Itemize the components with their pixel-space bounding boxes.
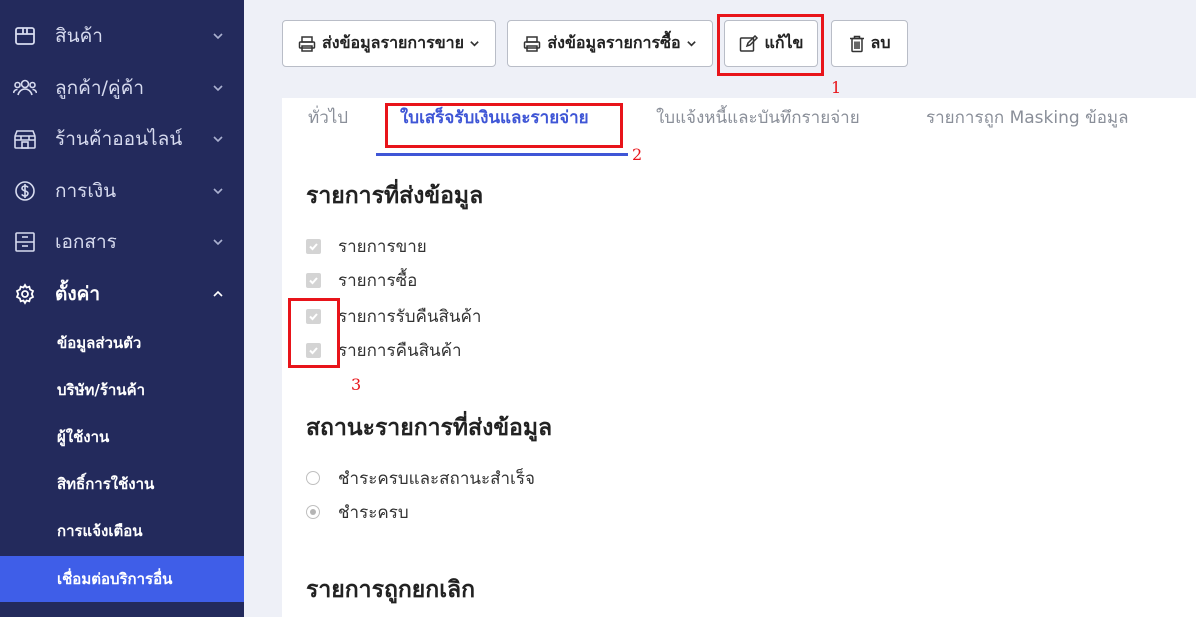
send-item-label: รายการรับคืนสินค้า xyxy=(338,306,482,327)
send-sales-label: ส่งข้อมูลรายการขาย xyxy=(322,33,464,52)
sidebar-item-label: ตั้งค่า xyxy=(55,283,100,305)
cancelled-title: รายการถูกยกเลิก xyxy=(306,577,476,603)
delete-label: ลบ xyxy=(870,33,891,52)
check-icon xyxy=(309,312,318,320)
dollar-icon xyxy=(13,179,37,203)
annotation-number: 1 xyxy=(831,78,842,97)
chevron-down-icon xyxy=(470,41,479,47)
sidebar-subitem-users[interactable]: ผู้ใช้งาน xyxy=(0,414,244,460)
send-purchase-button[interactable]: ส่งข้อมูลรายการซื้อ xyxy=(507,20,713,67)
sidebar-subitem-label: เชื่อมต่อบริการอื่น xyxy=(57,570,173,588)
send-item-label: รายการคืนสินค้า xyxy=(338,340,462,361)
tab-invoices-expenses[interactable]: ใบแจ้งหนี้และบันทึกรายจ่าย xyxy=(656,104,860,131)
sidebar-item-customers[interactable]: ลูกค้า/คู่ค้า xyxy=(0,62,244,114)
checkbox-checked[interactable] xyxy=(306,238,321,254)
store-icon xyxy=(13,127,37,151)
sidebar-item-label: สินค้า xyxy=(55,25,103,47)
chevron-down-icon xyxy=(213,239,223,246)
checkbox-checked[interactable] xyxy=(306,308,321,324)
sidebar-item-settings[interactable]: ตั้งค่า xyxy=(0,268,244,320)
sidebar-subitem-label: ข้อมูลส่วนตัว xyxy=(57,334,142,352)
send-item-label: รายการขาย xyxy=(338,236,427,257)
printer-icon xyxy=(524,35,541,52)
sidebar-item-label: การเงิน xyxy=(55,180,117,202)
radio-selected[interactable] xyxy=(306,505,320,519)
chevron-down-icon xyxy=(213,85,223,92)
box-icon xyxy=(13,24,37,48)
sidebar-item-documents[interactable]: เอกสาร xyxy=(0,216,244,268)
users-icon xyxy=(13,76,37,100)
active-tab-indicator xyxy=(376,153,628,156)
chevron-down-icon xyxy=(213,136,223,143)
sidebar-subitem-company[interactable]: บริษัท/ร้านค้า xyxy=(0,367,244,413)
status-title: สถานะรายการที่ส่งข้อมูล xyxy=(306,415,553,441)
chevron-down-icon xyxy=(213,188,223,195)
send-sales-button[interactable]: ส่งข้อมูลรายการขาย xyxy=(282,20,496,67)
sidebar-subitem-integrations[interactable]: เชื่อมต่อบริการอื่น xyxy=(0,556,244,602)
send-item-label: รายการซื้อ xyxy=(338,270,418,291)
sidebar-subitem-label: บริษัท/ร้านค้า xyxy=(57,381,146,399)
sidebar-item-label: ลูกค้า/คู่ค้า xyxy=(55,77,145,99)
send-items-title: รายการที่ส่งข้อมูล xyxy=(306,183,484,209)
edit-label: แก้ไข xyxy=(764,33,804,52)
tab-general[interactable]: ทั่วไป xyxy=(308,104,348,131)
sidebar-item-label: เอกสาร xyxy=(55,231,117,253)
sidebar-subitem-notifications[interactable]: การแจ้งเตือน xyxy=(0,508,244,554)
trash-icon xyxy=(849,35,864,52)
edit-button[interactable]: แก้ไข xyxy=(724,20,818,67)
chevron-up-icon xyxy=(213,290,223,297)
annotation-number: 3 xyxy=(351,375,362,394)
printer-icon xyxy=(298,35,316,52)
checkbox-checked[interactable] xyxy=(306,272,321,288)
checkbox-checked[interactable] xyxy=(306,342,321,358)
sidebar-item-label: ร้านค้าออนไลน์ xyxy=(55,128,183,150)
sidebar-item-finance[interactable]: การเงิน xyxy=(0,165,244,217)
check-icon xyxy=(309,276,318,284)
radio-unselected[interactable] xyxy=(306,471,320,485)
sidebar-subitem-label: การแจ้งเตือน xyxy=(57,522,143,540)
chevron-down-icon xyxy=(213,33,223,40)
status-option-label: ชำระครบ xyxy=(338,502,409,523)
sidebar-subitem-permissions[interactable]: สิทธิ์การใช้งาน xyxy=(0,461,244,507)
gear-icon xyxy=(13,282,37,306)
annotation-number: 2 xyxy=(632,145,643,164)
check-icon xyxy=(309,242,318,250)
tab-masked-items[interactable]: รายการถูก Masking ข้อมูล xyxy=(926,104,1129,131)
sidebar-subitem-label: สิทธิ์การใช้งาน xyxy=(57,475,155,493)
chevron-down-icon xyxy=(686,41,696,47)
sidebar: สินค้า ลูกค้า/คู่ค้า ร้านค้าออนไลน์ การเ… xyxy=(0,0,244,617)
sidebar-item-products[interactable]: สินค้า xyxy=(0,10,244,62)
send-purchase-label: ส่งข้อมูลรายการซื้อ xyxy=(547,33,681,52)
tab-receipts-expenses[interactable]: ใบเสร็จรับเงินและรายจ่าย xyxy=(400,104,589,131)
sidebar-subitem-label: ผู้ใช้งาน xyxy=(57,428,110,446)
archive-icon xyxy=(13,230,37,254)
delete-button[interactable]: ลบ xyxy=(831,20,908,67)
sidebar-subitem-profile[interactable]: ข้อมูลส่วนตัว xyxy=(0,320,244,366)
edit-icon xyxy=(739,34,758,52)
status-option-label: ชำระครบและสถานะสำเร็จ xyxy=(338,468,535,489)
check-icon xyxy=(309,346,318,354)
sidebar-item-online-store[interactable]: ร้านค้าออนไลน์ xyxy=(0,113,244,165)
